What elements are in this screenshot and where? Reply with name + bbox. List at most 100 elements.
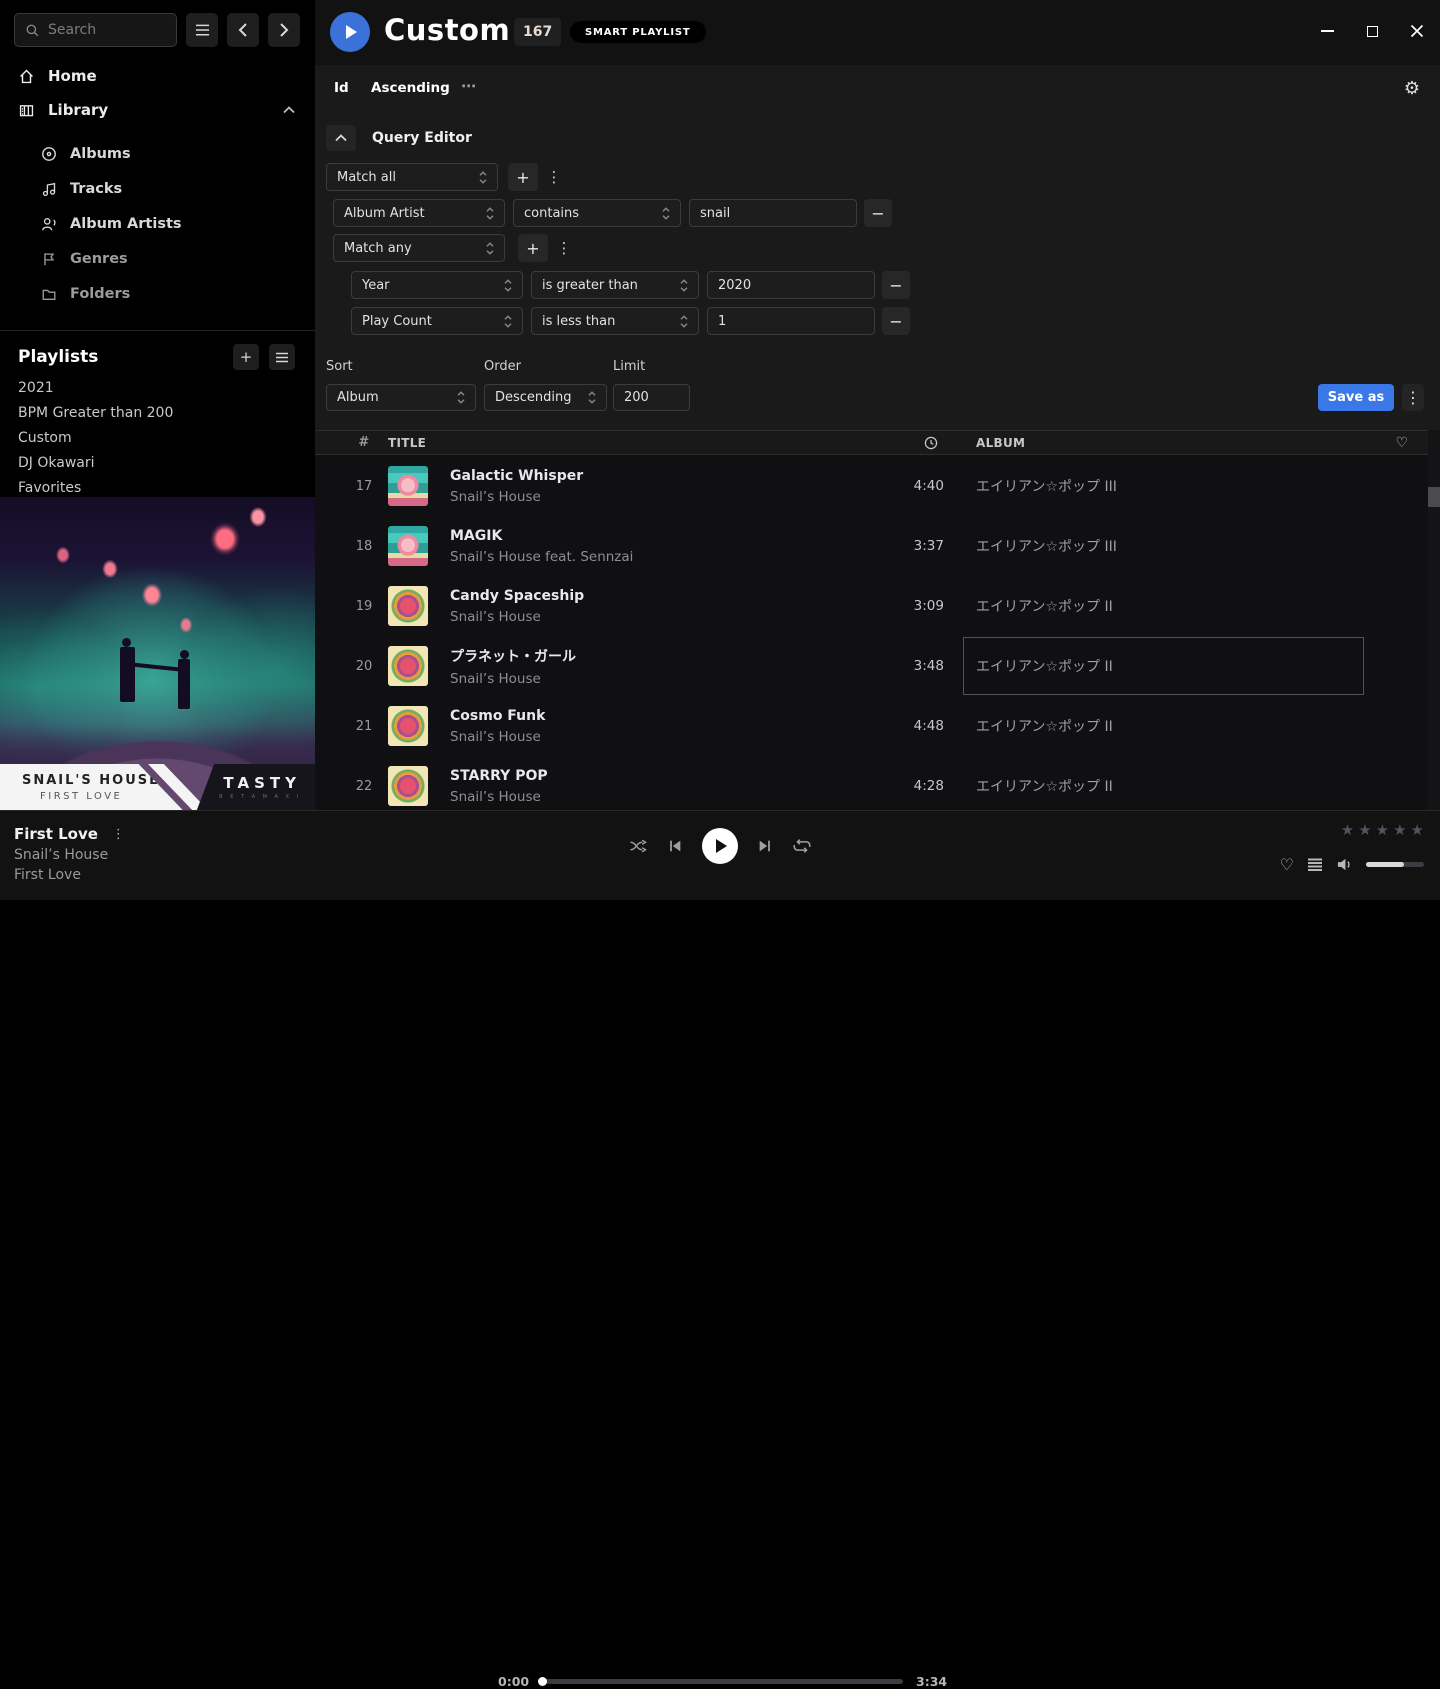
repeat-button[interactable] [792,837,812,855]
rule-operator-select[interactable]: contains [513,199,681,227]
query-menu-button[interactable]: ⋮ [1402,384,1424,411]
column-header-index[interactable]: # [340,435,388,450]
column-header-album[interactable]: ALBUM [944,436,1364,450]
scrollbar-thumb[interactable] [1428,487,1440,507]
rule-group-menu-button[interactable]: ⋮ [543,163,565,191]
track-album[interactable]: エイリアン☆ポップ II [944,776,1364,796]
sort-field-button[interactable]: Id [334,80,349,96]
rule-field-select[interactable]: Play Count [351,307,523,335]
select-value: Match all [337,170,479,185]
play-pause-button[interactable] [702,828,738,864]
sidebar-item-folders[interactable]: Folders [0,276,315,311]
rule-field-select[interactable]: Year [351,271,523,299]
star-icon[interactable]: ★ [1411,821,1424,839]
add-rule-button[interactable]: + [508,163,538,191]
now-playing-album[interactable]: First Love [14,867,125,883]
sidebar-item-albums[interactable]: Albums [0,136,315,171]
limit-field[interactable] [613,384,690,411]
star-icon[interactable]: ★ [1358,821,1371,839]
shuffle-button[interactable] [628,837,648,855]
add-rule-button[interactable]: + [518,234,548,262]
rule-group-menu-button[interactable]: ⋮ [553,234,575,262]
sidebar-item-album-artists[interactable]: Album Artists [0,206,315,241]
star-icon[interactable]: ★ [1341,821,1354,839]
query-editor-collapse-button[interactable] [326,125,356,151]
sidebar-item-library[interactable]: Library [0,92,315,128]
table-row[interactable]: 19 Candy Spaceship Snail’s House 3:09 エイ… [315,576,1440,636]
rule-field-select[interactable]: Album Artist [333,199,505,227]
rule-value-field[interactable] [689,199,857,227]
playlist-item-2021[interactable]: 2021 [0,375,315,400]
now-playing-artist[interactable]: Snail’s House [14,847,125,863]
column-header-title[interactable]: TITLE [388,436,864,450]
seek-slider[interactable] [539,1679,903,1684]
save-as-button[interactable]: Save as [1318,384,1394,411]
nav-forward-button[interactable] [268,13,300,47]
remove-rule-button[interactable]: − [882,271,910,299]
sidebar-item-label: Library [48,101,108,119]
match-all-select[interactable]: Match all [326,163,498,191]
album-art-label-text: TASTY [223,774,301,792]
sidebar-item-tracks[interactable]: Tracks [0,171,315,206]
order-select[interactable]: Descending [484,384,607,411]
rule-operator-select[interactable]: is greater than [531,271,699,299]
track-album-focused[interactable]: エイリアン☆ポップ II [963,637,1364,695]
previous-button[interactable] [667,838,683,854]
sidebar-item-genres[interactable]: Genres [0,241,315,276]
volume-icon[interactable] [1336,857,1353,872]
table-row[interactable]: 18 MAGIK Snail’s House feat. Sennzai 3:3… [315,516,1440,576]
track-duration: 4:40 [864,478,944,494]
gear-icon[interactable]: ⚙ [1404,78,1420,99]
more-options-button[interactable]: ⋯ [461,77,477,95]
match-any-select[interactable]: Match any [333,234,505,262]
track-index: 22 [340,779,388,794]
track-album[interactable]: エイリアン☆ポップ II [944,596,1364,616]
limit-input[interactable] [624,390,679,405]
column-header-duration[interactable] [864,436,944,450]
playlist-item-custom[interactable]: Custom [0,425,315,450]
playlist-list-button[interactable] [269,344,295,370]
search-input[interactable] [48,22,158,38]
nav-back-button[interactable] [227,13,259,47]
menu-button[interactable] [186,13,218,47]
sort-select[interactable]: Album [326,384,476,411]
track-title: プラネット・ガール [450,646,864,666]
next-button[interactable] [757,838,773,854]
table-row[interactable]: 20 プラネット・ガール Snail’s House 3:48 エイリアン☆ポッ… [315,636,1440,696]
rule-operator-select[interactable]: is less than [531,307,699,335]
star-icon[interactable]: ★ [1376,821,1389,839]
sidebar-item-home[interactable]: Home [0,60,315,92]
volume-slider[interactable] [1366,862,1424,867]
now-playing-title[interactable]: First Love [14,825,98,843]
playlist-item-bpm[interactable]: BPM Greater than 200 [0,400,315,425]
playlist-item-dj-okawari[interactable]: DJ Okawari [0,450,315,475]
track-album[interactable]: エイリアン☆ポップ II [944,716,1364,736]
sort-direction-button[interactable]: Ascending [371,80,450,96]
remove-rule-button[interactable]: − [864,199,892,227]
rule-value-input[interactable] [718,314,864,329]
rule-value-input[interactable] [718,278,864,293]
now-playing-album-art[interactable]: SNAIL'S HOUSE FIRST LOVE TASTY B E T A M… [0,497,315,810]
close-button[interactable] [1410,23,1424,39]
seek-handle[interactable] [538,1677,547,1686]
search-box[interactable] [14,13,177,47]
star-icon[interactable]: ★ [1393,821,1406,839]
now-playing-menu-button[interactable]: ⋮ [112,827,125,842]
create-playlist-button[interactable]: + [233,344,259,370]
table-row[interactable]: 21 Cosmo Funk Snail’s House 4:48 エイリアン☆ポ… [315,696,1440,756]
favorite-button[interactable]: ♡ [1280,855,1294,874]
track-album[interactable]: エイリアン☆ポップ III [944,476,1364,496]
rule-value-input[interactable] [700,206,846,221]
rule-value-field[interactable] [707,271,875,299]
chevron-up-icon[interactable] [283,106,295,114]
maximize-button[interactable] [1365,23,1379,39]
track-album[interactable]: エイリアン☆ポップ III [944,536,1364,556]
table-row[interactable]: 17 Galactic Whisper Snail’s House 4:40 エ… [315,456,1440,516]
remove-rule-button[interactable]: − [882,307,910,335]
queue-button[interactable] [1307,858,1323,871]
minimize-button[interactable] [1320,23,1334,39]
table-row[interactable]: 22 STARRY POP Snail’s House 4:28 エイリアン☆ポ… [315,756,1440,810]
limit-label: Limit [613,359,645,374]
rule-value-field[interactable] [707,307,875,335]
play-playlist-button[interactable] [330,12,370,52]
